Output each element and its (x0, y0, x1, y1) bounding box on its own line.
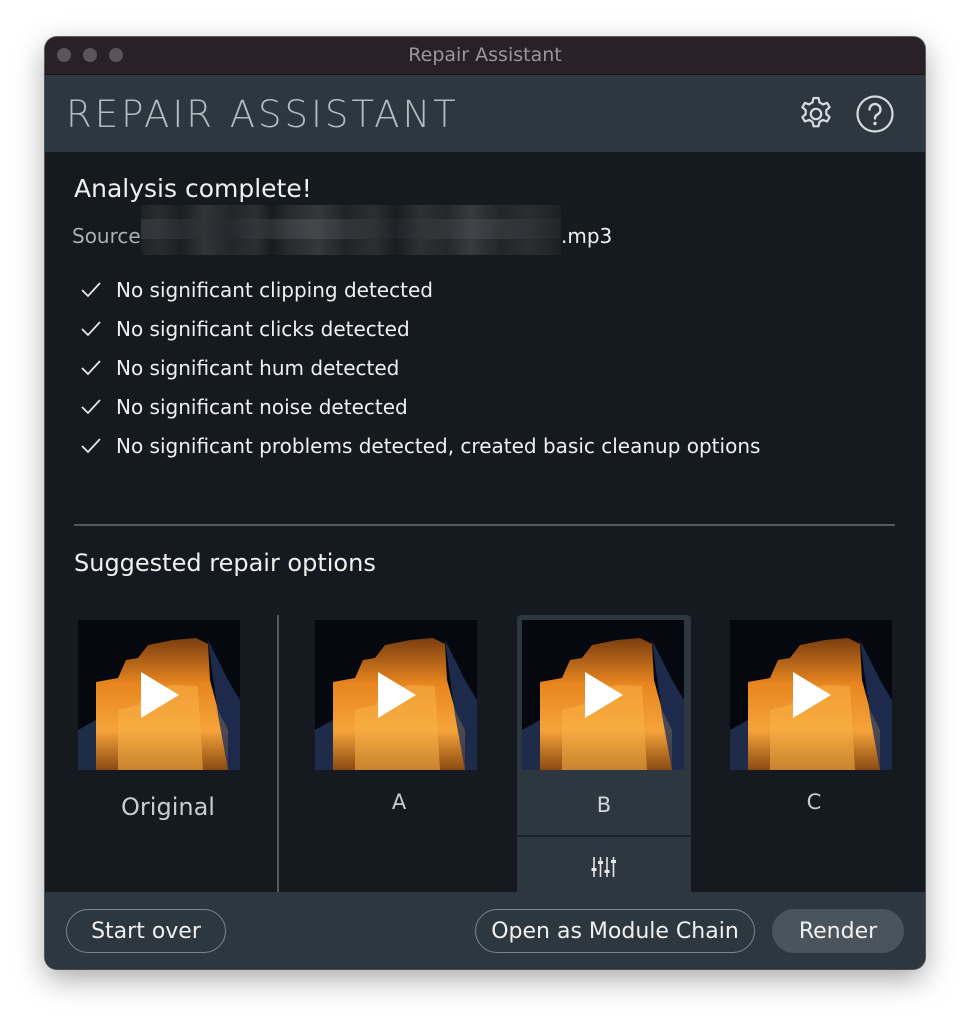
source-label: Source (72, 224, 141, 248)
gear-icon[interactable] (796, 94, 836, 134)
open-module-chain-button[interactable]: Open as Module Chain (475, 909, 755, 953)
checkmark-icon (81, 281, 101, 297)
analysis-heading: Analysis complete! (74, 174, 312, 203)
repair-assistant-window: Repair Assistant REPAIR ASSISTANT Analys… (45, 37, 925, 969)
play-icon[interactable] (378, 672, 416, 718)
title-bar[interactable]: Repair Assistant (45, 37, 925, 75)
main-content: Analysis complete! Source .mp3 No signif… (45, 152, 925, 899)
option-label: Original (121, 793, 215, 821)
play-icon[interactable] (141, 672, 179, 718)
result-text: No significant noise detected (116, 394, 408, 419)
spectrogram-thumbnail[interactable] (315, 620, 477, 770)
option-label: C (806, 790, 822, 814)
spectrogram-thumbnail[interactable] (730, 620, 892, 770)
analysis-results-list: No significant clipping detected No sign… (80, 270, 760, 465)
app-title: REPAIR ASSISTANT (66, 93, 459, 136)
start-over-button[interactable]: Start over (66, 909, 226, 953)
help-icon[interactable] (855, 94, 895, 134)
checkmark-icon (81, 398, 101, 414)
window-title: Repair Assistant (408, 44, 562, 66)
suggested-heading: Suggested repair options (74, 549, 376, 577)
footer-bar: Start over Open as Module Chain Render (45, 892, 925, 969)
spectrogram-thumbnail[interactable] (78, 620, 240, 770)
source-file-extension: .mp3 (561, 224, 613, 248)
result-text: No significant clipping detected (116, 277, 433, 302)
option-separator (277, 615, 279, 898)
result-text: No significant problems detected, create… (116, 433, 761, 458)
option-label: A (391, 790, 407, 814)
option-label: B (596, 793, 612, 817)
result-item: No significant clicks detected (80, 309, 760, 348)
section-divider (74, 524, 895, 526)
checkmark-icon (81, 320, 101, 336)
result-item: No significant clipping detected (80, 270, 760, 309)
play-icon[interactable] (585, 672, 623, 718)
result-text: No significant clicks detected (116, 316, 410, 341)
option-b[interactable]: B (517, 615, 691, 899)
render-button[interactable]: Render (772, 909, 904, 953)
result-item: No significant noise detected (80, 387, 760, 426)
spectrogram-thumbnail[interactable] (522, 620, 684, 770)
app-header: REPAIR ASSISTANT (45, 75, 925, 152)
result-text: No significant hum detected (116, 355, 400, 380)
redacted-filename (141, 205, 561, 255)
checkmark-icon (81, 437, 101, 453)
mixer-settings-icon[interactable] (590, 855, 618, 879)
play-icon[interactable] (793, 672, 831, 718)
option-divider (517, 835, 691, 837)
result-item: No significant problems detected, create… (80, 426, 760, 465)
checkmark-icon (81, 359, 101, 375)
result-item: No significant hum detected (80, 348, 760, 387)
